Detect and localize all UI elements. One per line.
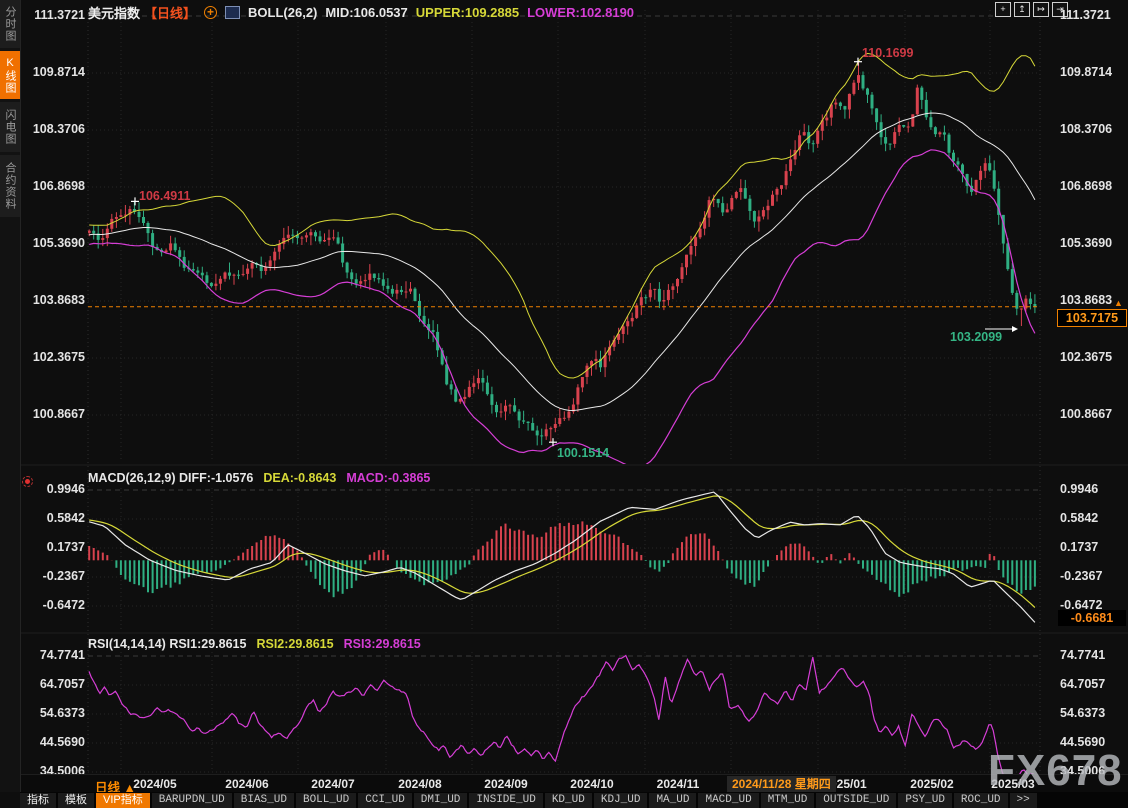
indicator-tab-outside-ud[interactable]: OUTSIDE_UD xyxy=(816,793,896,808)
month-label: 2024/11 xyxy=(657,777,700,791)
alarm-icon[interactable] xyxy=(22,476,33,487)
sidebar-tab-4[interactable]: 合约资料 xyxy=(0,155,20,217)
price-axis-label-left: 100.8667 xyxy=(23,407,85,421)
rsi-axis-label-right: 54.6373 xyxy=(1060,706,1105,720)
price-up-arrow-icon: ▲ xyxy=(1114,298,1123,308)
price-axis-label-left: 103.8683 xyxy=(23,293,85,307)
price-axis-label-right: 108.3706 xyxy=(1060,122,1112,136)
month-label: 2024/05 xyxy=(133,777,176,791)
indicator-tab-kdj-ud[interactable]: KDJ_UD xyxy=(594,793,648,808)
macd-axis-label-left: 0.5842 xyxy=(23,511,85,525)
indicator-tab-mtm-ud[interactable]: MTM_UD xyxy=(761,793,815,808)
month-label: 2024/10 xyxy=(570,777,613,791)
macd-axis-label-right: 0.1737 xyxy=(1060,540,1098,554)
macd-axis-label-right: -0.2367 xyxy=(1060,569,1102,583)
annotation-high-106: 106.4911 xyxy=(139,189,190,203)
indicator-tab-barupdn-ud[interactable]: BARUPDN_UD xyxy=(152,793,232,808)
price-axis-label-right: 111.3721 xyxy=(1060,8,1111,22)
price-axis-label-left: 111.3721 xyxy=(23,8,85,22)
price-axis-label-left: 102.3675 xyxy=(23,350,85,364)
annotation-low-103: 103.2099 xyxy=(950,330,1002,344)
price-axis-label-right: 109.8714 xyxy=(1060,65,1112,79)
macd-axis-label-left: 0.1737 xyxy=(23,540,85,554)
rsi-axis-label-right: 74.7741 xyxy=(1060,648,1105,662)
rsi-axis-label-left: 64.7057 xyxy=(23,677,85,691)
chart-type-sidebar: 分时图 K线图闪电图合约资料 xyxy=(0,0,21,792)
crosshair-date-tag: 2024/11/28 星期四 xyxy=(727,776,836,792)
month-label: 2024/07 xyxy=(311,777,354,791)
price-axis-label-right: 105.3690 xyxy=(1060,236,1112,250)
axis-up-icon[interactable]: ↥ xyxy=(1014,2,1030,17)
fx678-watermark: FX678 xyxy=(988,746,1123,796)
symbol-name: 美元指数 xyxy=(88,3,140,22)
rsi-axis-label-left: 54.6373 xyxy=(23,706,85,720)
rsi-panel-header: RSI(14,14,14) RSI1:29.8615 RSI2:29.8615 … xyxy=(88,637,421,651)
main-chart-header: 美元指数 【日线】 + BOLL(26,2) MID:106.0537 UPPE… xyxy=(88,3,634,22)
macd-panel-header: MACD(26,12,9) DIFF:-1.0576 DEA:-0.8643 M… xyxy=(88,471,430,485)
current-price-tag: 103.7175 xyxy=(1057,309,1127,327)
axis-right-icon[interactable]: ↦ xyxy=(1033,2,1049,17)
mini-chart-icon xyxy=(225,6,240,19)
indicator-tab-kd-ud[interactable]: KD_UD xyxy=(545,793,592,808)
price-axis-label-left: 106.8698 xyxy=(23,179,85,193)
price-axis-label-right: 103.8683 xyxy=(1060,293,1112,307)
date-axis: 日线 ▲ 2024/052024/062024/072024/082024/09… xyxy=(21,774,1128,793)
month-label: 2025/02 xyxy=(910,777,953,791)
chart-plot-area[interactable] xyxy=(0,0,1128,808)
indicator-tab-boll-ud[interactable]: BOLL_UD xyxy=(296,793,356,808)
chart-toolbar: +↥↦⇥ xyxy=(995,2,1068,17)
boll-lower-value: LOWER:102.8190 xyxy=(527,5,634,20)
sidebar-tab-3[interactable]: 闪电图 xyxy=(0,102,20,152)
annotation-low-100: 100.1514 xyxy=(557,446,609,460)
indicator-tab-ma-ud[interactable]: MA_UD xyxy=(649,793,696,808)
crosshair-icon[interactable]: + xyxy=(995,2,1011,17)
rsi-axis-label-left: 74.7741 xyxy=(23,648,85,662)
rsi-axis-label-left: 44.5690 xyxy=(23,735,85,749)
boll-upper-value: UPPER:109.2885 xyxy=(416,5,519,20)
price-axis-label-left: 105.3690 xyxy=(23,236,85,250)
sidebar-tab-2[interactable]: K线图 xyxy=(0,51,20,99)
price-axis-label-right: 106.8698 xyxy=(1060,179,1112,193)
macd-value-tag: -0.6681 xyxy=(1058,610,1126,626)
add-indicator-icon[interactable]: + xyxy=(204,6,217,19)
macd-axis-label-right: 0.5842 xyxy=(1060,511,1098,525)
month-label: 2024/08 xyxy=(398,777,441,791)
price-axis-label-left: 109.8714 xyxy=(23,65,85,79)
period-tag: 【日线】 xyxy=(144,3,196,22)
indicator-tab-cci-ud[interactable]: CCI_UD xyxy=(358,793,412,808)
macd-axis-label-left: -0.2367 xyxy=(23,569,85,583)
sidebar-tab-1[interactable]: 分时图 xyxy=(0,0,20,48)
indicator-toolbar: 指标模板VIP指标BARUPDN_UDBIAS_UDBOLL_UDCCI_UDD… xyxy=(20,792,1128,808)
indicator-tab-psy-ud[interactable]: PSY_UD xyxy=(898,793,952,808)
month-label: 2024/06 xyxy=(225,777,268,791)
trading-app-window: 分时图 K线图闪电图合约资料 美元指数 【日线】 + BOLL(26,2) MID… xyxy=(0,0,1128,808)
boll-label: BOLL(26,2) xyxy=(248,5,317,20)
annotation-high-110: 110.1699 xyxy=(862,46,913,60)
boll-mid-value: MID:106.0537 xyxy=(325,5,407,20)
indicator-tab--[interactable]: 模板 xyxy=(58,793,94,808)
indicator-tab--[interactable]: 指标 xyxy=(20,793,56,808)
indicator-tab-dmi-ud[interactable]: DMI_UD xyxy=(414,793,468,808)
indicator-tab-macd-ud[interactable]: MACD_UD xyxy=(698,793,758,808)
macd-axis-label-left: -0.6472 xyxy=(23,598,85,612)
rsi-axis-label-right: 64.7057 xyxy=(1060,677,1105,691)
price-axis-label-left: 108.3706 xyxy=(23,122,85,136)
price-axis-label-right: 102.3675 xyxy=(1060,350,1112,364)
price-axis-label-right: 100.8667 xyxy=(1060,407,1112,421)
indicator-tab-vip-[interactable]: VIP指标 xyxy=(96,793,150,808)
indicator-tab-inside-ud[interactable]: INSIDE_UD xyxy=(469,793,542,808)
macd-axis-label-right: 0.9946 xyxy=(1060,482,1098,496)
month-label: 2024/09 xyxy=(484,777,527,791)
indicator-tab-bias-ud[interactable]: BIAS_UD xyxy=(234,793,294,808)
